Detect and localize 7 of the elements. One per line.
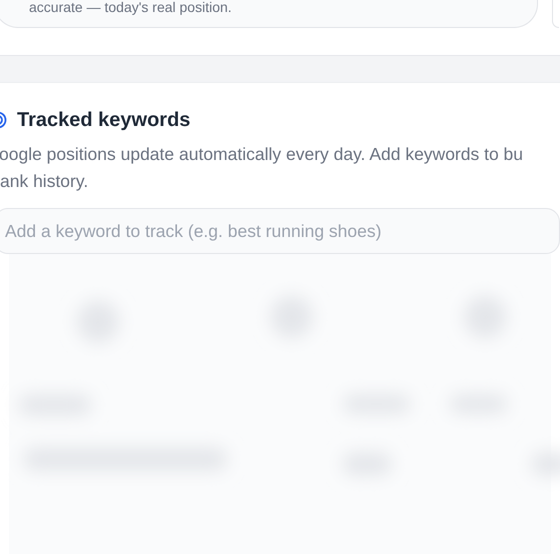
description-line: oogle positions update automatically every day. Add keywords to bu — [0, 143, 524, 166]
keyword-input[interactable]: Add a keyword to track (e.g. best running shoes) — [0, 208, 560, 254]
section-title: Tracked keywords — [17, 108, 190, 133]
card-note: accurate — today's real position. — [29, 0, 233, 14]
description-line: ank history. — [0, 170, 90, 193]
info-card — [552, 0, 559, 28]
target-icon — [0, 111, 7, 129]
